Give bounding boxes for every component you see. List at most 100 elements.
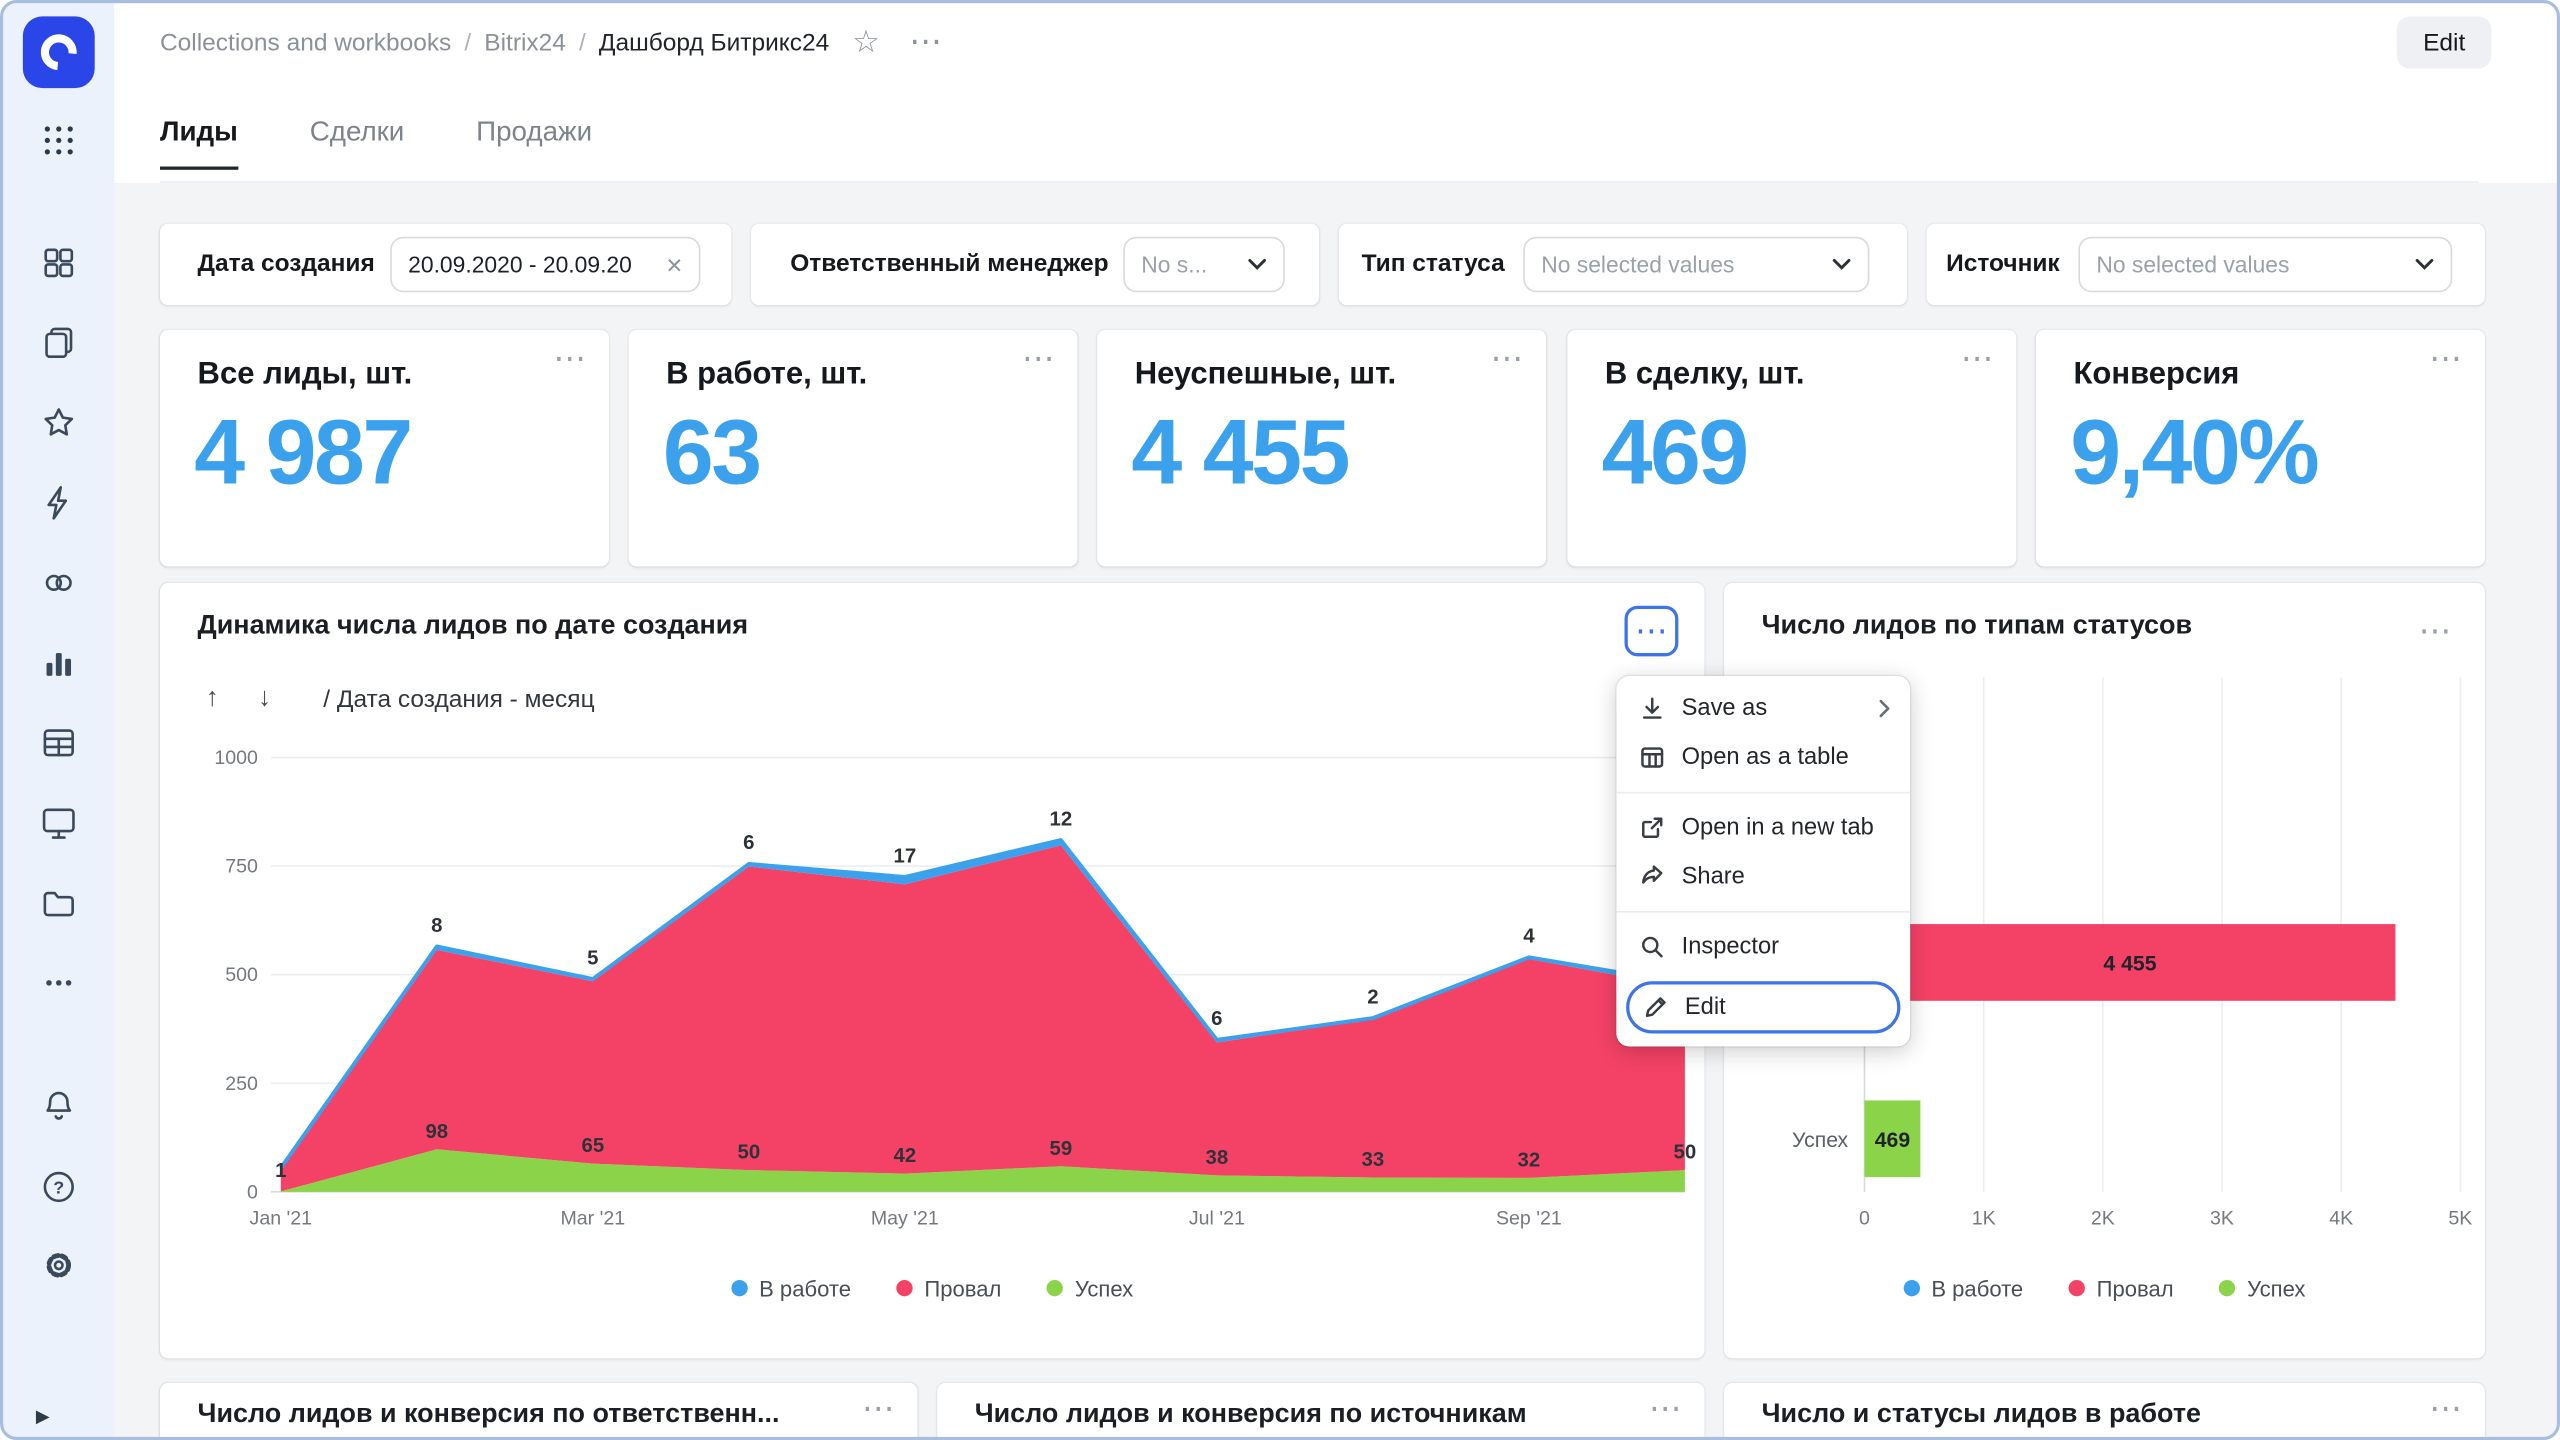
legend-item-success[interactable]: Успех bbox=[1047, 1276, 1133, 1300]
settings-gear-icon[interactable] bbox=[26, 1233, 91, 1298]
charts-icon[interactable] bbox=[26, 630, 91, 695]
tab-deals[interactable]: Сделки bbox=[310, 82, 405, 183]
svg-text:6: 6 bbox=[743, 832, 754, 854]
tab-sales[interactable]: Продажи bbox=[476, 82, 592, 183]
chart-menu-icon[interactable]: ⋯ bbox=[1649, 1393, 1682, 1426]
chart-menu-icon[interactable]: ⋯ bbox=[862, 1393, 895, 1426]
menu-divider bbox=[1616, 792, 1910, 794]
chart-menu-button[interactable]: ⋯ bbox=[2408, 606, 2462, 657]
legend-dot-icon bbox=[2219, 1280, 2235, 1296]
menu-item-open-new-tab[interactable]: Open in a new tab bbox=[1616, 803, 1910, 852]
svg-text:Sep '21: Sep '21 bbox=[1496, 1207, 1562, 1229]
date-range-value[interactable] bbox=[408, 251, 656, 277]
header-more-icon[interactable]: ⋯ bbox=[909, 26, 942, 59]
menu-item-inspector[interactable]: Inspector bbox=[1616, 922, 1910, 971]
kpi-menu-icon[interactable]: ⋯ bbox=[1491, 343, 1524, 376]
chart-legend: В работе Провал Успех bbox=[160, 1272, 1704, 1305]
breadcrumb-separator: / bbox=[464, 29, 471, 57]
connections-icon[interactable] bbox=[26, 550, 91, 615]
svg-text:Mar '21: Mar '21 bbox=[560, 1207, 625, 1229]
sort-asc-icon[interactable]: ↑ bbox=[206, 686, 219, 712]
svg-text:1K: 1K bbox=[1972, 1207, 1996, 1229]
breadcrumb-collections[interactable]: Collections and workbooks bbox=[160, 29, 451, 57]
menu-label: Share bbox=[1682, 864, 1745, 890]
bottom-card-by-manager: Число лидов и конверсия по ответственн..… bbox=[160, 1383, 918, 1440]
notifications-bell-icon[interactable] bbox=[26, 1074, 91, 1139]
svg-text:3K: 3K bbox=[2210, 1207, 2234, 1229]
svg-text:750: 750 bbox=[225, 856, 258, 878]
legend-dot-icon bbox=[897, 1280, 913, 1296]
source-select[interactable]: No selected values bbox=[2078, 237, 2452, 293]
legend-dot-icon bbox=[731, 1280, 747, 1296]
apps-grid-icon[interactable] bbox=[26, 108, 91, 173]
chart-menu-button[interactable]: ⋯ bbox=[1624, 606, 1678, 657]
sidebar: ? ▶ bbox=[3, 3, 114, 1436]
sort-desc-icon[interactable]: ↓ bbox=[258, 686, 271, 712]
magnifier-icon bbox=[1639, 934, 1665, 960]
datasets-table-icon[interactable] bbox=[26, 710, 91, 775]
chart-title: Динамика числа лидов по дате создания bbox=[198, 611, 749, 642]
menu-item-save-as[interactable]: Save as bbox=[1616, 684, 1910, 733]
select-placeholder: No selected values bbox=[2096, 251, 2405, 277]
kpi-value: 63 bbox=[663, 398, 760, 504]
clear-icon[interactable]: × bbox=[666, 251, 682, 279]
legend-item-fail[interactable]: Провал bbox=[2069, 1276, 2174, 1300]
logo-swirl-icon bbox=[33, 27, 84, 78]
kpi-menu-icon[interactable]: ⋯ bbox=[553, 343, 586, 376]
menu-item-share[interactable]: Share bbox=[1616, 852, 1910, 901]
chart-title: Число лидов и конверсия по ответственн..… bbox=[198, 1399, 780, 1430]
edit-dashboard-button[interactable]: Edit bbox=[2397, 16, 2491, 68]
svg-text:Jul '21: Jul '21 bbox=[1189, 1207, 1245, 1229]
help-question-icon[interactable]: ? bbox=[26, 1154, 91, 1219]
sidebar-expand-icon[interactable]: ▶ bbox=[36, 1406, 50, 1427]
menu-item-edit[interactable]: Edit bbox=[1626, 981, 1900, 1033]
storage-folder-icon[interactable] bbox=[26, 870, 91, 935]
kpi-menu-icon[interactable]: ⋯ bbox=[1022, 343, 1055, 376]
menu-item-open-as-table[interactable]: Open as a table bbox=[1616, 733, 1910, 782]
chart-context-menu: Save as Open as a table Open in a new ta… bbox=[1616, 676, 1910, 1047]
chart-title: Число лидов и конверсия по источникам bbox=[975, 1399, 1527, 1430]
legend-label: Успех bbox=[2247, 1276, 2305, 1300]
bottom-card-by-source: Число лидов и конверсия по источникам ⋯ bbox=[937, 1383, 1704, 1440]
legend-item-in-progress[interactable]: В работе bbox=[731, 1276, 851, 1300]
app-window: ? ▶ Collections and workbooks / Bitrix24… bbox=[0, 0, 2560, 1440]
leads-dynamics-chart-card: 02505007501000Jan '21Mar '21May '21Jul '… bbox=[160, 583, 1704, 1359]
svg-text:98: 98 bbox=[425, 1121, 448, 1143]
filter-label: Источник bbox=[1946, 250, 2060, 278]
favorite-star-icon[interactable]: ☆ bbox=[852, 27, 880, 58]
svg-text:32: 32 bbox=[1518, 1150, 1541, 1172]
chart-title: Число лидов по типам статусов bbox=[1762, 611, 2192, 642]
chart-title: Число и статусы лидов в работе bbox=[1762, 1399, 2201, 1430]
status-type-select[interactable]: No selected values bbox=[1523, 237, 1869, 293]
kpi-menu-icon[interactable]: ⋯ bbox=[2429, 343, 2462, 376]
legend-item-fail[interactable]: Провал bbox=[897, 1276, 1002, 1300]
legend-item-in-progress[interactable]: В работе bbox=[1904, 1276, 2024, 1300]
favorites-star-icon[interactable] bbox=[26, 390, 91, 455]
collections-icon[interactable] bbox=[26, 230, 91, 295]
more-ellipsis-icon[interactable] bbox=[26, 950, 91, 1015]
breadcrumb-workbook[interactable]: Bitrix24 bbox=[484, 29, 566, 57]
menu-label: Open in a new tab bbox=[1682, 815, 1874, 841]
kpi-value: 469 bbox=[1602, 398, 1747, 504]
svg-text:250: 250 bbox=[225, 1073, 258, 1095]
kpi-card-in-progress: В работе, шт. ⋯ 63 bbox=[629, 330, 1078, 567]
datalens-logo[interactable] bbox=[23, 16, 95, 88]
chart-breadcrumb: / Дата создания - месяц bbox=[323, 686, 594, 714]
svg-text:5: 5 bbox=[587, 947, 598, 969]
filter-card-status-type: Тип статуса No selected values bbox=[1339, 224, 1907, 306]
chart-menu-icon[interactable]: ⋯ bbox=[2429, 1393, 2462, 1426]
workbooks-icon[interactable] bbox=[26, 310, 91, 375]
breadcrumb-current-dashboard: Дашборд Битрикс24 bbox=[599, 29, 829, 57]
tab-leads[interactable]: Лиды bbox=[160, 82, 238, 183]
legend-item-success[interactable]: Успех bbox=[2219, 1276, 2305, 1300]
date-range-input[interactable]: × bbox=[390, 237, 700, 293]
pencil-icon bbox=[1642, 994, 1668, 1020]
svg-text:50: 50 bbox=[1674, 1142, 1697, 1164]
kpi-menu-icon[interactable]: ⋯ bbox=[1961, 343, 1994, 376]
editor-lightning-icon[interactable] bbox=[26, 470, 91, 535]
kpi-title: В работе, шт. bbox=[666, 358, 867, 394]
svg-text:50: 50 bbox=[737, 1142, 760, 1164]
manager-select[interactable]: No s... bbox=[1123, 237, 1285, 293]
menu-divider bbox=[1616, 911, 1910, 913]
dashboards-monitor-icon[interactable] bbox=[26, 790, 91, 855]
